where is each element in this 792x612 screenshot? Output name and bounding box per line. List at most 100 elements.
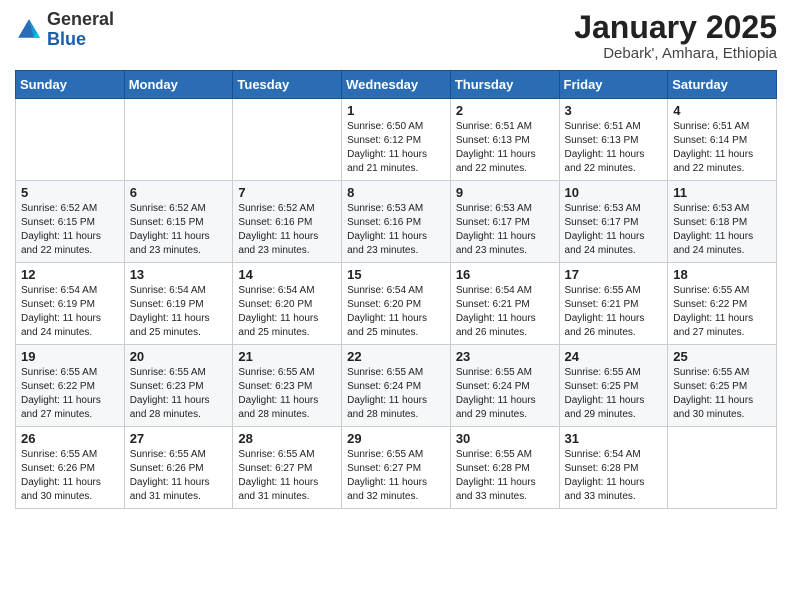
day-number: 18	[673, 267, 771, 282]
day-number: 6	[130, 185, 228, 200]
col-sunday: Sunday	[16, 71, 125, 99]
day-info: Sunrise: 6:55 AM Sunset: 6:24 PM Dayligh…	[347, 366, 445, 422]
day-number: 12	[21, 267, 119, 282]
day-info: Sunrise: 6:54 AM Sunset: 6:20 PM Dayligh…	[347, 284, 445, 340]
logo-general: General	[47, 9, 114, 29]
calendar-header: Sunday Monday Tuesday Wednesday Thursday…	[16, 71, 777, 99]
day-number: 9	[456, 185, 554, 200]
calendar-week-4: 19Sunrise: 6:55 AM Sunset: 6:22 PM Dayli…	[16, 345, 777, 427]
calendar-cell: 7Sunrise: 6:52 AM Sunset: 6:16 PM Daylig…	[233, 181, 342, 263]
day-number: 8	[347, 185, 445, 200]
day-number: 24	[565, 349, 663, 364]
day-info: Sunrise: 6:55 AM Sunset: 6:25 PM Dayligh…	[565, 366, 663, 422]
day-info: Sunrise: 6:51 AM Sunset: 6:14 PM Dayligh…	[673, 120, 771, 176]
day-info: Sunrise: 6:55 AM Sunset: 6:22 PM Dayligh…	[673, 284, 771, 340]
calendar-cell: 10 Sunrise: 6:53 AM Sunset: 6:17 PM Dayli…	[559, 181, 668, 263]
page: General Blue January 2025 Debark', Amhar…	[0, 0, 792, 612]
day-info: Sunrise: 6:54 AM Sunset: 6:28 PM Dayligh…	[565, 448, 663, 504]
day-info: Sunrise: 6:55 AM Sunset: 6:28 PM Dayligh…	[456, 448, 554, 504]
day-info: Sunrise: 6:55 AM Sunset: 6:23 PM Dayligh…	[238, 366, 336, 422]
calendar-cell: 22 Sunrise: 6:55 AM Sunset: 6:24 PM Dayli…	[342, 345, 451, 427]
day-number: 10	[565, 185, 663, 200]
day-number: 29	[347, 431, 445, 446]
day-number: 25	[673, 349, 771, 364]
calendar-cell: 30Sunrise: 6:55 AM Sunset: 6:28 PM Dayli…	[450, 427, 559, 509]
day-info: Sunrise: 6:55 AM Sunset: 6:27 PM Dayligh…	[347, 448, 445, 504]
day-number: 21	[238, 349, 336, 364]
day-info: Sunrise: 6:54 AM Sunset: 6:19 PM Dayligh…	[130, 284, 228, 340]
day-info: Sunrise: 6:55 AM Sunset: 6:26 PM Dayligh…	[21, 448, 119, 504]
calendar-cell: 14Sunrise: 6:54 AM Sunset: 6:20 PM Dayli…	[233, 263, 342, 345]
logo-text: General Blue	[47, 10, 114, 50]
day-number: 2	[456, 103, 554, 118]
day-info: Sunrise: 6:54 AM Sunset: 6:19 PM Dayligh…	[21, 284, 119, 340]
day-info: Sunrise: 6:52 AM Sunset: 6:15 PM Dayligh…	[130, 202, 228, 258]
header: General Blue January 2025 Debark', Amhar…	[15, 10, 777, 62]
calendar-cell: 5Sunrise: 6:52 AM Sunset: 6:15 PM Daylig…	[16, 181, 125, 263]
calendar-cell: 9 Sunrise: 6:53 AM Sunset: 6:17 PM Daylig…	[450, 181, 559, 263]
calendar-cell: 26 Sunrise: 6:55 AM Sunset: 6:26 PM Dayli…	[16, 427, 125, 509]
day-info: Sunrise: 6:53 AM Sunset: 6:18 PM Dayligh…	[673, 202, 771, 258]
col-wednesday: Wednesday	[342, 71, 451, 99]
day-info: Sunrise: 6:53 AM Sunset: 6:17 PM Dayligh…	[456, 202, 554, 258]
day-number: 31	[565, 431, 663, 446]
calendar-cell: 1 Sunrise: 6:50 AM Sunset: 6:12 PM Daylig…	[342, 99, 451, 181]
calendar-table: Sunday Monday Tuesday Wednesday Thursday…	[15, 70, 777, 509]
day-number: 23	[456, 349, 554, 364]
header-row: Sunday Monday Tuesday Wednesday Thursday…	[16, 71, 777, 99]
day-info: Sunrise: 6:55 AM Sunset: 6:23 PM Dayligh…	[130, 366, 228, 422]
calendar-cell: 24 Sunrise: 6:55 AM Sunset: 6:25 PM Dayli…	[559, 345, 668, 427]
title-block: January 2025 Debark', Amhara, Ethiopia	[574, 10, 777, 62]
day-info: Sunrise: 6:53 AM Sunset: 6:17 PM Dayligh…	[565, 202, 663, 258]
calendar-cell	[668, 427, 777, 509]
calendar-cell: 17 Sunrise: 6:55 AM Sunset: 6:21 PM Dayli…	[559, 263, 668, 345]
day-info: Sunrise: 6:52 AM Sunset: 6:15 PM Dayligh…	[21, 202, 119, 258]
day-number: 17	[565, 267, 663, 282]
day-number: 4	[673, 103, 771, 118]
day-info: Sunrise: 6:55 AM Sunset: 6:21 PM Dayligh…	[565, 284, 663, 340]
day-info: Sunrise: 6:51 AM Sunset: 6:13 PM Dayligh…	[565, 120, 663, 176]
calendar-cell: 28Sunrise: 6:55 AM Sunset: 6:27 PM Dayli…	[233, 427, 342, 509]
calendar-cell: 16Sunrise: 6:54 AM Sunset: 6:21 PM Dayli…	[450, 263, 559, 345]
calendar-cell: 3 Sunrise: 6:51 AM Sunset: 6:13 PM Daylig…	[559, 99, 668, 181]
day-number: 15	[347, 267, 445, 282]
day-info: Sunrise: 6:54 AM Sunset: 6:21 PM Dayligh…	[456, 284, 554, 340]
day-number: 14	[238, 267, 336, 282]
calendar-cell: 18 Sunrise: 6:55 AM Sunset: 6:22 PM Dayli…	[668, 263, 777, 345]
day-info: Sunrise: 6:55 AM Sunset: 6:22 PM Dayligh…	[21, 366, 119, 422]
day-number: 1	[347, 103, 445, 118]
calendar-cell: 21 Sunrise: 6:55 AM Sunset: 6:23 PM Dayli…	[233, 345, 342, 427]
day-info: Sunrise: 6:50 AM Sunset: 6:12 PM Dayligh…	[347, 120, 445, 176]
calendar-cell	[233, 99, 342, 181]
day-number: 22	[347, 349, 445, 364]
day-number: 26	[21, 431, 119, 446]
day-number: 7	[238, 185, 336, 200]
calendar-cell: 19Sunrise: 6:55 AM Sunset: 6:22 PM Dayli…	[16, 345, 125, 427]
calendar-cell: 23 Sunrise: 6:55 AM Sunset: 6:24 PM Dayli…	[450, 345, 559, 427]
day-info: Sunrise: 6:55 AM Sunset: 6:24 PM Dayligh…	[456, 366, 554, 422]
calendar-cell: 2 Sunrise: 6:51 AM Sunset: 6:13 PM Daylig…	[450, 99, 559, 181]
day-number: 27	[130, 431, 228, 446]
day-info: Sunrise: 6:55 AM Sunset: 6:27 PM Dayligh…	[238, 448, 336, 504]
col-thursday: Thursday	[450, 71, 559, 99]
calendar-cell: 12 Sunrise: 6:54 AM Sunset: 6:19 PM Dayli…	[16, 263, 125, 345]
calendar-cell: 31 Sunrise: 6:54 AM Sunset: 6:28 PM Dayli…	[559, 427, 668, 509]
logo-blue: Blue	[47, 29, 86, 49]
col-monday: Monday	[124, 71, 233, 99]
day-info: Sunrise: 6:51 AM Sunset: 6:13 PM Dayligh…	[456, 120, 554, 176]
calendar-cell: 15 Sunrise: 6:54 AM Sunset: 6:20 PM Dayli…	[342, 263, 451, 345]
calendar-cell: 6 Sunrise: 6:52 AM Sunset: 6:15 PM Daylig…	[124, 181, 233, 263]
calendar-cell: 13 Sunrise: 6:54 AM Sunset: 6:19 PM Dayli…	[124, 263, 233, 345]
day-number: 20	[130, 349, 228, 364]
calendar-cell: 8Sunrise: 6:53 AM Sunset: 6:16 PM Daylig…	[342, 181, 451, 263]
day-info: Sunrise: 6:55 AM Sunset: 6:25 PM Dayligh…	[673, 366, 771, 422]
calendar-cell: 25 Sunrise: 6:55 AM Sunset: 6:25 PM Dayli…	[668, 345, 777, 427]
day-number: 3	[565, 103, 663, 118]
day-number: 13	[130, 267, 228, 282]
logo-icon	[15, 16, 43, 44]
col-friday: Friday	[559, 71, 668, 99]
calendar-cell	[16, 99, 125, 181]
calendar-cell	[124, 99, 233, 181]
calendar-week-1: 1 Sunrise: 6:50 AM Sunset: 6:12 PM Daylig…	[16, 99, 777, 181]
subtitle: Debark', Amhara, Ethiopia	[574, 45, 777, 62]
